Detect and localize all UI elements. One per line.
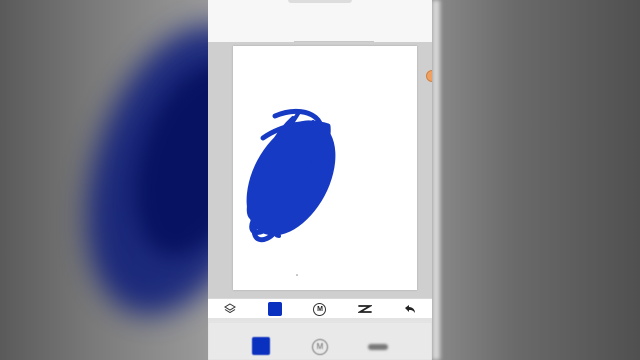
- phone-screen: M M: [208, 0, 432, 360]
- layers-icon: [224, 303, 237, 314]
- drawing-canvas[interactable]: [233, 46, 417, 290]
- screen-edge-glow: [432, 0, 440, 360]
- canvas-workspace[interactable]: [208, 42, 432, 298]
- blurred-backdrop-right: [432, 0, 640, 360]
- ghost-mode-circle-icon: M: [312, 339, 328, 355]
- mode-button[interactable]: M: [310, 300, 330, 318]
- brush-icon: [357, 305, 372, 313]
- brush-button[interactable]: [355, 300, 375, 318]
- top-bar: [208, 0, 432, 42]
- stray-dot: [296, 274, 298, 276]
- undo-button[interactable]: [400, 300, 420, 318]
- ghost-brush-icon: [368, 344, 388, 350]
- color-picker-button[interactable]: [265, 300, 285, 318]
- blurred-backdrop-left: [0, 0, 208, 360]
- color-swatch: [268, 302, 283, 316]
- mode-circle-icon: M: [313, 302, 327, 316]
- bottom-toolbar: M: [208, 298, 432, 319]
- undo-arrow-icon: [404, 305, 415, 313]
- side-handle-dot[interactable]: [426, 70, 432, 82]
- ghost-color-swatch: [252, 337, 270, 355]
- mirrored-toolbar-reflection: M: [208, 322, 432, 360]
- status-notch: [288, 0, 352, 3]
- layers-button[interactable]: [220, 300, 240, 318]
- scribble-drawing: [246, 108, 336, 276]
